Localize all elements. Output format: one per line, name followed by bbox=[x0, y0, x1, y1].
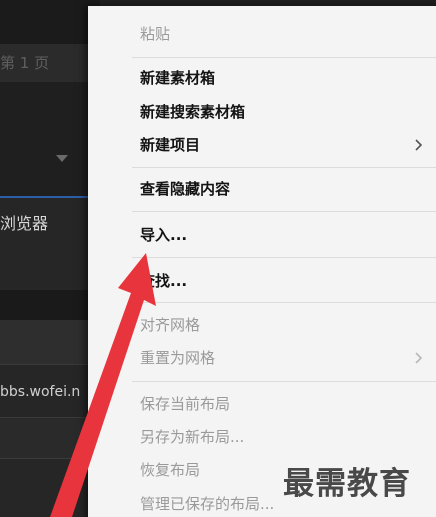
menu-item-save-as-layout[interactable]: 另存为新布局... bbox=[140, 426, 244, 447]
menu-item-new-bin[interactable]: 新建素材箱 bbox=[140, 67, 215, 88]
menu-separator bbox=[132, 57, 436, 58]
menu-item-view-hidden[interactable]: 查看隐藏内容 bbox=[140, 178, 230, 199]
screenshot-stage: 第 1 页 浏览器 bbs.wofei.n 粘贴 新建素材箱 新建搜索素材箱 新… bbox=[0, 0, 436, 517]
menu-item-paste[interactable]: 粘贴 bbox=[140, 23, 170, 44]
menu-separator bbox=[132, 302, 436, 303]
menu-item-manage-layouts[interactable]: 管理已保存的布局... bbox=[140, 493, 274, 514]
page-label: 第 1 页 bbox=[0, 54, 50, 72]
menu-item-restore-layout[interactable]: 恢复布局 bbox=[140, 459, 200, 480]
context-menu: 粘贴 新建素材箱 新建搜索素材箱 新建项目 查看隐藏内容 导入... 查找...… bbox=[88, 6, 436, 517]
list-row-1 bbox=[0, 320, 100, 364]
list-row-4 bbox=[0, 459, 100, 517]
menu-separator bbox=[132, 257, 436, 258]
menu-item-import[interactable]: 导入... bbox=[140, 224, 187, 245]
menu-item-find[interactable]: 查找... bbox=[140, 270, 187, 291]
panel-body-strip bbox=[0, 82, 100, 196]
url-text: bbs.wofei.n bbox=[0, 384, 81, 400]
menu-item-new-item[interactable]: 新建项目 bbox=[140, 134, 200, 155]
panel-header-strip bbox=[0, 0, 100, 44]
list-row-3 bbox=[0, 418, 100, 458]
menu-item-reset-grid[interactable]: 重置为网格 bbox=[140, 347, 215, 368]
watermark-text: 最需教育 bbox=[283, 466, 411, 502]
menu-separator bbox=[132, 167, 436, 168]
chevron-right-icon bbox=[415, 352, 423, 364]
browser-tab-label[interactable]: 浏览器 bbox=[0, 210, 48, 234]
panel-gap-strip bbox=[0, 290, 100, 320]
menu-separator bbox=[132, 211, 436, 212]
project-panel: 第 1 页 浏览器 bbs.wofei.n bbox=[0, 0, 100, 517]
menu-item-align-grid[interactable]: 对齐网格 bbox=[140, 314, 200, 335]
menu-item-new-search-bin[interactable]: 新建搜索素材箱 bbox=[140, 101, 245, 122]
menu-item-save-layout[interactable]: 保存当前布局 bbox=[140, 393, 230, 414]
menu-separator bbox=[132, 381, 436, 382]
chevron-down-icon[interactable] bbox=[54, 152, 70, 166]
chevron-right-icon bbox=[415, 139, 423, 151]
